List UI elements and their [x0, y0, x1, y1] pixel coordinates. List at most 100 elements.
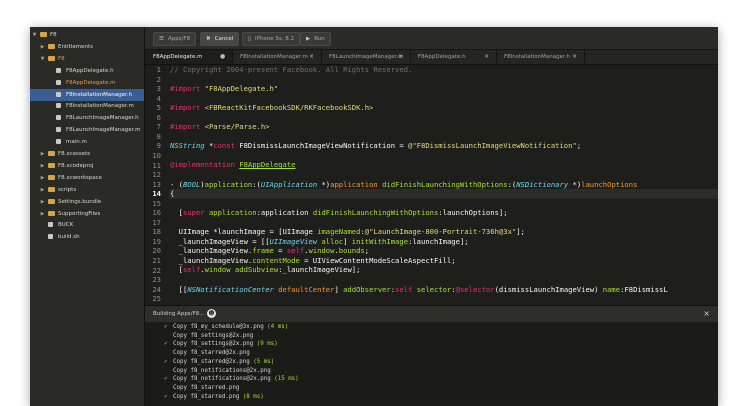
line-number: 19 — [152, 236, 161, 246]
line-number: 24 — [152, 284, 161, 294]
ide-window: ▼ F8 ▶ Entitlements ▼ F8 F8AppDelegate.h F8AppD… — [30, 27, 718, 406]
build-output-line: ✓ Copy f8_my_schedule@3x.png (4 ms) — [164, 323, 289, 332]
close-build-panel-button[interactable]: × — [703, 306, 710, 322]
sidebar-item-f8launchimagemanager-m[interactable]: F8LaunchImageManager.m — [30, 124, 144, 136]
unsaved-dot-icon[interactable]: ● — [220, 50, 225, 64]
target-button[interactable]: ☰ Apps/F8 — [153, 32, 197, 46]
sidebar-item-label: F8LaunchImageManager.m — [66, 127, 141, 134]
sidebar-item-f8-xcworkspace[interactable]: ▶ F8.xcworkspace — [30, 172, 144, 184]
file-icon — [48, 234, 53, 240]
chevron-right-icon[interactable]: ▶ — [40, 184, 45, 196]
tab-f8installationmanager-h[interactable]: F8InstallationManager.h × — [496, 50, 585, 64]
sidebar-item-f8installationmanager-m[interactable]: F8InstallationManager.m — [30, 100, 144, 112]
file-icon — [56, 79, 61, 85]
build-output-line: Copy f8_starred.png — [173, 384, 239, 393]
chevron-right-icon[interactable]: ▶ — [40, 172, 45, 184]
sidebar-item-buck[interactable]: BUCK — [30, 219, 144, 231]
build-panel-header: Building Apps/F8... ☻ × — [145, 305, 718, 323]
tab-label: F8LaunchImageManager.m — [329, 54, 404, 60]
sidebar-item-label: scripts — [58, 186, 77, 193]
line-number: 23 — [152, 275, 161, 285]
file-icon — [56, 67, 61, 73]
close-tab-icon[interactable]: × — [309, 50, 314, 64]
cancel-label: Cancel — [214, 36, 234, 42]
folder-icon — [48, 43, 55, 49]
code-editor[interactable]: 1 2 3 4 5 6 7 8 9 10 11 12 13 14 15 16 17 18 19 20 21 22 23 24 2… — [145, 65, 718, 305]
chevron-right-icon[interactable]: ▶ — [40, 196, 45, 208]
chevron-down-icon[interactable]: ▼ — [32, 29, 37, 41]
checkmark-icon: ✓ — [164, 393, 168, 400]
checkmark-icon: ✓ — [164, 324, 168, 330]
sidebar-item-label: F8 — [50, 32, 57, 38]
sidebar-item-entitlements[interactable]: ▶ Entitlements — [30, 41, 144, 53]
close-tab-icon[interactable]: × — [398, 50, 403, 64]
sidebar-item-f8appdelegate-h[interactable]: F8AppDelegate.h — [30, 65, 144, 77]
tab-f8launchimagemanager-m[interactable]: F8LaunchImageManager.m × — [321, 50, 411, 64]
tab-f8appdelegate-h[interactable]: F8AppDelegate.h × — [410, 50, 497, 64]
sidebar-item-f8[interactable]: ▼ F8 — [30, 29, 144, 41]
build-output-line: Copy f8_starred@2x.png — [173, 349, 250, 358]
sidebar-item-label: F8AppDelegate.m — [66, 79, 116, 86]
sidebar-item-f8appdelegate-m[interactable]: F8AppDelegate.m — [30, 77, 144, 89]
folder-icon — [48, 162, 55, 168]
tab-f8installationmanager-m[interactable]: F8InstallationManager.m × — [232, 50, 322, 64]
play-icon: ▶ — [306, 36, 311, 42]
sidebar-item-settings-bundle[interactable]: ▶ Settings.bundle — [30, 196, 144, 208]
device-selector[interactable]: ▯ iPhone 5s, 8.2 — [242, 32, 300, 46]
sidebar-item-scripts[interactable]: ▶ scripts — [30, 184, 144, 196]
chevron-right-icon[interactable]: ▶ — [40, 208, 45, 220]
checkmark-icon: ✓ — [164, 358, 168, 365]
chevron-right-icon[interactable]: ▶ — [40, 41, 45, 53]
build-output[interactable]: ✓ Copy f8_my_schedule@3x.png (4 ms) Copy f… — [145, 322, 718, 406]
sidebar-item-label: F8 — [58, 55, 65, 62]
sidebar-item-label: build.sh — [58, 234, 80, 241]
tab-label: F8AppDelegate.m — [153, 54, 203, 60]
sidebar-item-f8-xcodeproj[interactable]: ▶ F8.xcodeproj — [30, 160, 144, 172]
sidebar-item-supportingfiles[interactable]: ▶ SupportingFiles — [30, 208, 144, 220]
file-tree-sidebar: ▼ F8 ▶ Entitlements ▼ F8 F8AppDelegate.h F8AppD… — [30, 27, 145, 406]
sidebar-item-main-m[interactable]: main.m — [30, 136, 144, 148]
line-number: 10 — [152, 150, 161, 160]
line-number: 4 — [156, 93, 161, 103]
sidebar-item-label: F8InstallationManager.h — [66, 91, 132, 98]
github-icon[interactable]: ☻ — [207, 309, 216, 318]
line-number: 17 — [152, 217, 161, 227]
sidebar-item-label: F8.xcodeproj — [58, 162, 94, 169]
close-tab-icon[interactable]: × — [484, 50, 489, 64]
line-number: 22 — [152, 265, 161, 275]
close-tab-icon[interactable]: × — [572, 50, 577, 64]
editor-tabs: F8AppDelegate.m ● F8InstallationManager.m ×… — [145, 50, 718, 65]
chevron-right-icon[interactable]: ▶ — [40, 160, 45, 172]
folder-icon — [48, 210, 55, 216]
line-number: 1 — [156, 65, 161, 74]
toolbar: ☰ Apps/F8 ✖ Cancel ▯ iPhone 5s, 8.2 ▶ Run — [145, 27, 718, 50]
code-content[interactable]: // Copyright 2004-present Facebook. All … — [170, 65, 668, 294]
cancel-button[interactable]: ✖ Cancel — [200, 32, 240, 46]
build-output-line: ✓ Copy f8_starred.png (8 ms) — [164, 393, 264, 402]
chevron-right-icon[interactable]: ▶ — [40, 148, 45, 160]
file-icon — [56, 103, 61, 109]
sidebar-item-f8launchimagemanager-h[interactable]: F8LaunchImageManager.h — [30, 112, 144, 124]
build-line-duration: (4 ms) — [267, 324, 289, 330]
line-number: 2 — [156, 74, 161, 84]
tab-label: F8InstallationManager.h — [504, 54, 570, 60]
tab-f8appdelegate-m[interactable]: F8AppDelegate.m ● — [145, 50, 233, 64]
chevron-down-icon[interactable]: ▼ — [40, 53, 45, 65]
tab-label: F8InstallationManager.m — [240, 54, 308, 60]
sidebar-item-f8installationmanager-h[interactable]: F8InstallationManager.h — [30, 88, 144, 101]
sidebar-item-f8-xcassets[interactable]: ▶ F8.xcassets — [30, 148, 144, 160]
sidebar-item-label: F8LaunchImageManager.h — [66, 115, 139, 122]
line-number: 6 — [156, 112, 161, 122]
sidebar-item-build-sh[interactable]: build.sh — [30, 231, 144, 243]
run-button[interactable]: ▶ Run — [300, 32, 331, 46]
build-title: Building Apps/F8... — [153, 311, 205, 317]
build-line-text: Copy f8_notifications@2x.png — [173, 376, 271, 383]
build-line-duration: (9 ms) — [256, 341, 278, 348]
sidebar-item-f8[interactable]: ▼ F8 — [30, 53, 144, 65]
folder-icon — [48, 174, 55, 180]
build-line-duration: (5 ms) — [253, 358, 275, 365]
build-line-text: Copy f8_starred@2x.png — [173, 358, 250, 365]
sidebar-item-label: Entitlements — [58, 43, 93, 50]
checkmark-icon: ✓ — [164, 376, 168, 383]
target-label: Apps/F8 — [167, 36, 191, 42]
